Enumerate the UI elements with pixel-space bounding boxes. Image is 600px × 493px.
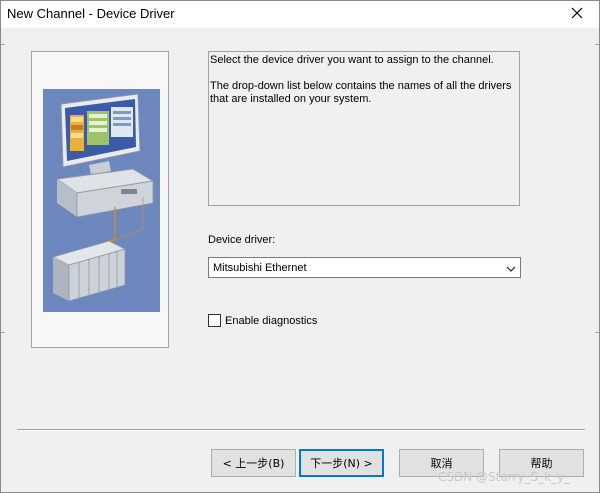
watermark-text: CSDN @Starry_S_k_y_ [438, 470, 571, 484]
chevron-down-icon[interactable] [506, 264, 516, 276]
instructions-line-2: The drop-down list below contains the na… [210, 80, 512, 105]
close-icon [571, 7, 583, 22]
instructions-line-1: Select the device driver you want to ass… [210, 54, 494, 66]
illustration-panel [31, 51, 169, 348]
device-driver-value: Mitsubishi Ethernet [213, 262, 307, 274]
enable-diagnostics-checkbox[interactable] [208, 314, 221, 327]
back-button-label: < 上一步(B) [222, 457, 285, 470]
instructions-box: Select the device driver you want to ass… [208, 51, 520, 206]
computer-plc-illustration [43, 89, 160, 312]
edge-mark [595, 44, 599, 45]
close-button[interactable] [555, 1, 599, 28]
device-driver-label: Device driver: [208, 234, 276, 246]
cancel-button-label: 取消 [430, 457, 453, 470]
next-button[interactable]: 下一步(N) > [299, 449, 384, 477]
device-driver-select[interactable]: Mitsubishi Ethernet [208, 257, 521, 278]
dialog-window: New Channel - Device Driver Select the d… [0, 0, 600, 493]
title-bar[interactable]: New Channel - Device Driver [1, 1, 599, 28]
window-title: New Channel - Device Driver [7, 6, 175, 21]
back-button[interactable]: < 上一步(B) [211, 449, 296, 477]
footer-divider [17, 429, 585, 431]
help-button-label: 帮助 [530, 457, 553, 470]
enable-diagnostics-label[interactable]: Enable diagnostics [225, 315, 317, 327]
edge-mark [1, 44, 5, 45]
edge-mark [595, 332, 599, 333]
next-button-label: 下一步(N) > [310, 457, 373, 470]
edge-mark [1, 332, 5, 333]
